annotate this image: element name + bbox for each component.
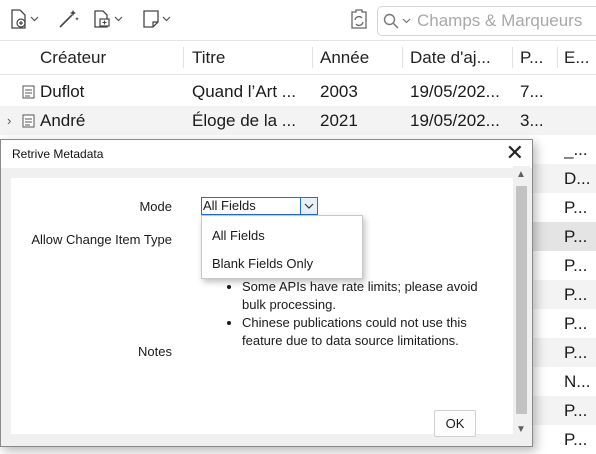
cell-creator: Duflot [40,82,85,101]
cell-creator: André [40,111,86,130]
retrieve-metadata-dialog: Retrive Metadata ✕ Mode All Fields Allow… [0,139,533,447]
clipboard-sync-icon [351,9,367,29]
cell-date-added: 19/05/202... [410,82,500,101]
allow-change-item-type-label: Allow Change Item Type [31,232,172,247]
cell-e: P... [564,430,588,449]
sync-button[interactable] [348,8,370,30]
dialog-title-bar[interactable]: Retrive Metadata ✕ [1,140,532,168]
cell-e: P... [564,401,588,420]
document-icon [22,114,35,128]
cell-e: P... [564,285,588,304]
mode-select-value: All Fields [203,198,256,213]
new-item-icon [11,9,26,29]
cell-e: P... [564,314,588,333]
close-icon[interactable]: ✕ [506,141,524,165]
dropdown-option-all-fields[interactable]: All Fields [212,228,265,243]
chevron-down-icon [114,16,123,22]
cell-p: 7... [520,82,544,101]
cell-year: 2003 [320,82,358,101]
search-placeholder: Champs & Marqueurs [417,11,583,30]
scroll-down-icon[interactable]: ▼ [516,424,526,435]
mode-select[interactable]: All Fields [201,197,318,215]
cell-e: _... [564,140,588,159]
items-table-header: Créateur Titre Année Date d'aj... P... E… [0,40,596,75]
dialog-scrollbar[interactable]: ▲ ▼ [513,166,530,441]
notes-list: Some APIs have rate limits; please avoid… [229,278,489,350]
mode-dropdown-menu: All Fields Blank Fields Only [201,215,363,279]
magic-wand-icon [59,10,79,28]
note-icon [143,10,159,28]
column-header-date-added[interactable]: Date d'aj... [410,41,510,74]
note-item: Chinese publications could not use this … [242,314,489,350]
cell-e: D... [564,169,591,188]
search-box[interactable]: Champs & Marqueurs [377,6,596,36]
ok-button[interactable]: OK [434,410,476,437]
add-attachment-button[interactable] [92,8,123,30]
new-item-button[interactable] [10,8,39,30]
notes-label: Notes [138,344,172,359]
cell-e: P... [564,256,588,275]
new-note-button[interactable] [142,8,171,30]
chevron-down-icon [30,16,39,22]
magic-wand-button[interactable] [58,8,80,30]
cell-p: 3... [520,111,544,130]
add-attachment-icon [94,10,110,28]
column-header-creator[interactable]: Créateur [40,41,180,74]
note-item: Some APIs have rate limits; please avoid… [242,278,489,314]
toolbar: Champs & Marqueurs [0,0,596,40]
chevron-down-icon[interactable] [300,198,317,214]
search-icon [383,13,399,29]
cell-e: P... [564,227,588,246]
column-header-title[interactable]: Titre [192,41,310,74]
cell-year: 2021 [320,111,358,130]
scrollbar-thumb[interactable] [516,186,527,414]
cell-title: Éloge de la ... [192,111,296,130]
dropdown-option-blank-fields-only[interactable]: Blank Fields Only [212,256,313,271]
cell-date-added: 19/05/202... [410,111,500,130]
dialog-title: Retrive Metadata [12,147,104,161]
expand-chevron-icon[interactable]: › [7,106,11,135]
mode-label: Mode [139,199,172,214]
chevron-down-icon [402,18,411,24]
table-row[interactable]: Duflot Quand l’Art ... 2003 19/05/202...… [0,77,596,106]
column-header-e[interactable]: E... [564,41,596,74]
cell-e: N... [564,372,591,391]
cell-title: Quand l’Art ... [192,82,296,101]
cell-e: P... [564,343,588,362]
cell-e: P... [564,198,588,217]
table-row[interactable]: › André Éloge de la ... 2021 19/05/202..… [0,106,596,135]
document-icon [22,85,35,99]
chevron-down-icon [162,16,171,22]
column-header-p[interactable]: P... [520,41,556,74]
scroll-up-icon[interactable]: ▲ [516,169,526,180]
column-header-year[interactable]: Année [320,41,400,74]
